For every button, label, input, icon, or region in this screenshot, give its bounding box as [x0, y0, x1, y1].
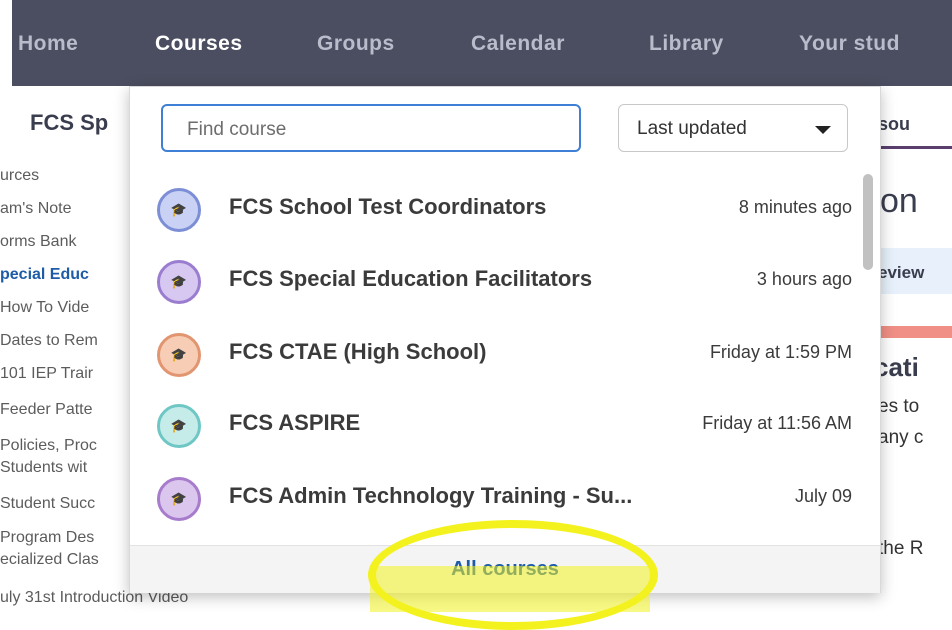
sidebar-item[interactable]: Program Des: [0, 529, 94, 547]
course-avatar: 🎓: [157, 260, 201, 304]
sidebar-item[interactable]: 101 IEP Trair: [0, 365, 93, 383]
page-title: FCS Sp: [30, 110, 109, 135]
course-avatar: 🎓: [157, 333, 201, 377]
graduation-cap-icon: 🎓: [170, 202, 188, 217]
courses-dropdown: Last updated 🎓 FCS School Test Coordinato…: [129, 86, 881, 593]
course-row[interactable]: 🎓 FCS School Test Coordinators 8 minutes a…: [130, 173, 860, 245]
top-nav-bar: Home Courses Groups Calendar Library You…: [0, 0, 952, 86]
sidebar-item[interactable]: Dates to Rem: [0, 332, 98, 350]
course-row[interactable]: 🎓 FCS CTAE (High School) Friday at 1:59 PM: [130, 318, 860, 390]
course-updated: 3 hours ago: [756, 269, 852, 289]
body-text: any c: [878, 427, 924, 448]
body-text: es to: [878, 396, 920, 417]
course-name: FCS CTAE (High School): [229, 339, 487, 364]
sidebar-item[interactable]: Student Succ: [0, 495, 95, 513]
sort-select[interactable]: Last updated: [618, 104, 848, 152]
nav-home[interactable]: Home: [18, 32, 78, 56]
sidebar-item[interactable]: ecialized Clas: [0, 551, 99, 569]
nav-library[interactable]: Library: [649, 32, 724, 56]
graduation-cap-icon: 🎓: [170, 347, 188, 362]
dropdown-footer: All courses: [130, 545, 880, 593]
course-avatar: 🎓: [157, 188, 201, 232]
review-text: eview: [878, 263, 925, 282]
sidebar-item-active[interactable]: pecial Educ: [0, 266, 89, 284]
course-row[interactable]: 🎓 FCS Admin Technology Training - Su... Ju…: [130, 462, 860, 534]
course-updated: July 09: [794, 486, 852, 506]
nav-courses[interactable]: Courses: [155, 32, 243, 56]
find-course-input[interactable]: [185, 115, 569, 145]
nav-groups[interactable]: Groups: [317, 32, 395, 56]
all-courses-link[interactable]: All courses: [130, 558, 880, 581]
sidebar-item[interactable]: urces: [0, 167, 39, 185]
graduation-cap-icon: 🎓: [170, 491, 188, 506]
course-updated: 8 minutes ago: [738, 197, 852, 217]
left-edge: [0, 0, 12, 86]
course-list: 🎓 FCS School Test Coordinators 8 minutes a…: [130, 173, 860, 543]
sidebar-item[interactable]: Policies, Proc: [0, 437, 97, 455]
course-row[interactable]: 🎓 FCS ASPIRE Friday at 11:56 AM: [130, 389, 860, 461]
course-name: FCS Admin Technology Training - Su...: [229, 483, 633, 508]
main-heading: on: [880, 182, 918, 220]
nav-calendar[interactable]: Calendar: [471, 32, 565, 56]
sidebar-item[interactable]: How To Vide: [0, 299, 89, 317]
graduation-cap-icon: 🎓: [170, 274, 188, 289]
sidebar-item[interactable]: orms Bank: [0, 233, 76, 251]
scrollbar-thumb[interactable]: [863, 174, 873, 270]
body-text: the R: [878, 538, 924, 559]
course-name: FCS School Test Coordinators: [229, 194, 547, 219]
course-avatar: 🎓: [157, 404, 201, 448]
course-name: FCS ASPIRE: [229, 410, 361, 435]
sidebar-item[interactable]: Feeder Patte: [0, 401, 93, 419]
course-name: FCS Special Education Facilitators: [229, 266, 593, 291]
find-course-field[interactable]: [161, 104, 581, 152]
sidebar-item[interactable]: am's Note: [0, 200, 72, 218]
chevron-down-icon: [815, 126, 831, 134]
graduation-cap-icon: 🎓: [170, 418, 188, 433]
sidebar-item[interactable]: Students wit: [0, 459, 87, 477]
sort-selected-value: Last updated: [637, 118, 747, 139]
course-row[interactable]: 🎓 FCS Special Education Facilitators 3 hou…: [130, 245, 860, 317]
course-updated: Friday at 11:56 AM: [702, 413, 852, 433]
course-avatar: 🎓: [157, 477, 201, 521]
nav-your-students[interactable]: Your stud: [799, 32, 900, 56]
course-updated: Friday at 1:59 PM: [709, 342, 852, 362]
